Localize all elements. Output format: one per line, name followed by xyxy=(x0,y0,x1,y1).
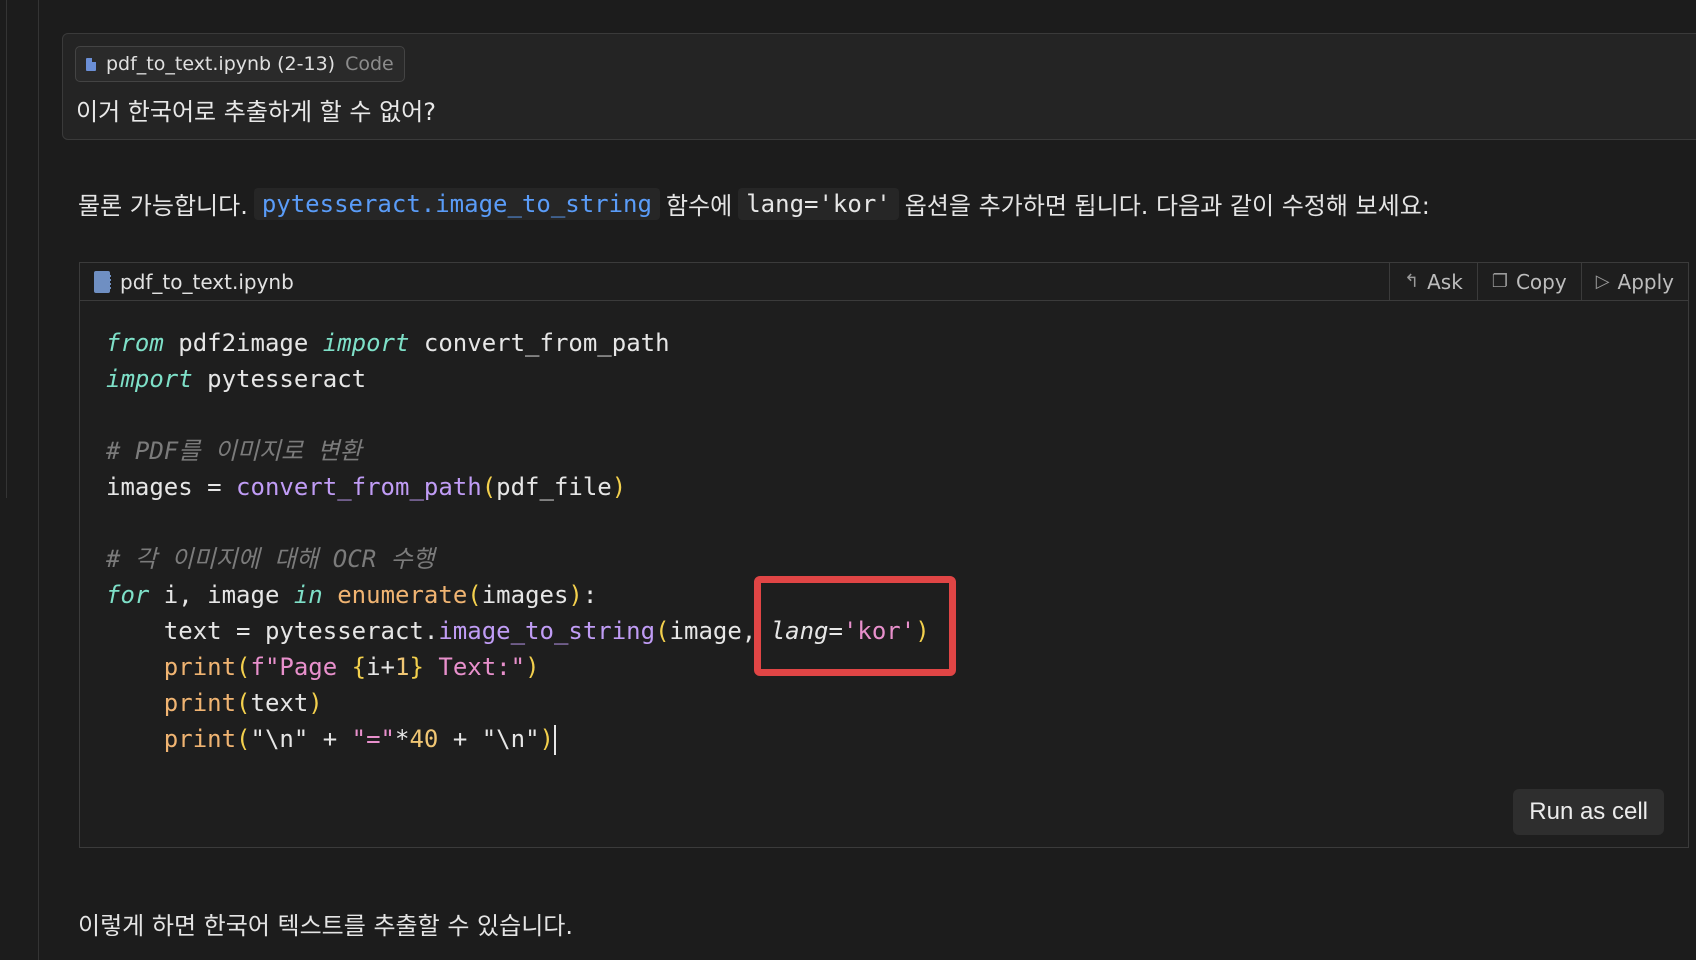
context-chip-filename: pdf_to_text.ipynb (2-13) xyxy=(106,53,336,75)
ask-button[interactable]: ↰ Ask xyxy=(1389,263,1477,300)
apply-button[interactable]: ▷ Apply xyxy=(1580,263,1688,300)
context-chip[interactable]: pdf_to_text.ipynb (2-13) Code xyxy=(75,46,405,82)
reply-icon: ↰ xyxy=(1404,271,1420,292)
answer-intro-before: 물론 가능합니다. xyxy=(78,192,248,220)
user-message-text: 이거 한국어로 추출하게 할 수 없어? xyxy=(76,98,437,126)
inline-code-function[interactable]: pytesseract.image_to_string xyxy=(253,187,660,220)
copy-label: Copy xyxy=(1515,269,1567,294)
copy-icon: ❐ xyxy=(1491,271,1508,292)
code-block-header: pdf_to_text.ipynb ↰ Ask ❐ Copy ▷ Apply xyxy=(80,263,1688,301)
copy-button[interactable]: ❐ Copy xyxy=(1476,263,1581,300)
answer-intro-middle: 함수에 xyxy=(665,192,733,220)
apply-label: Apply xyxy=(1617,269,1674,294)
run-as-cell-button[interactable]: Run as cell xyxy=(1513,789,1664,835)
code-block: pdf_to_text.ipynb ↰ Ask ❐ Copy ▷ Apply f… xyxy=(79,262,1689,848)
answer-intro: 물론 가능합니다. pytesseract.image_to_string 함수… xyxy=(78,186,1430,221)
user-message: pdf_to_text.ipynb (2-13) Code 이거 한국어로 추출… xyxy=(62,33,1696,140)
answer-intro-after: 옵션을 추가하면 됩니다. 다음과 같이 수정해 보세요: xyxy=(904,192,1430,220)
rail-divider xyxy=(0,0,7,498)
file-icon xyxy=(86,57,96,71)
code-block-filename: pdf_to_text.ipynb xyxy=(120,269,294,294)
text-cursor xyxy=(553,725,556,755)
play-icon: ▷ xyxy=(1595,271,1610,292)
left-rail xyxy=(0,0,39,960)
code-content[interactable]: from pdf2image import convert_from_path … xyxy=(106,325,930,757)
notebook-icon xyxy=(94,270,111,293)
inline-code-option: lang='kor' xyxy=(738,187,899,220)
ask-label: Ask xyxy=(1427,269,1463,294)
context-chip-kind: Code xyxy=(345,53,394,75)
answer-footer: 이렇게 하면 한국어 텍스트를 추출할 수 있습니다. xyxy=(78,912,574,940)
